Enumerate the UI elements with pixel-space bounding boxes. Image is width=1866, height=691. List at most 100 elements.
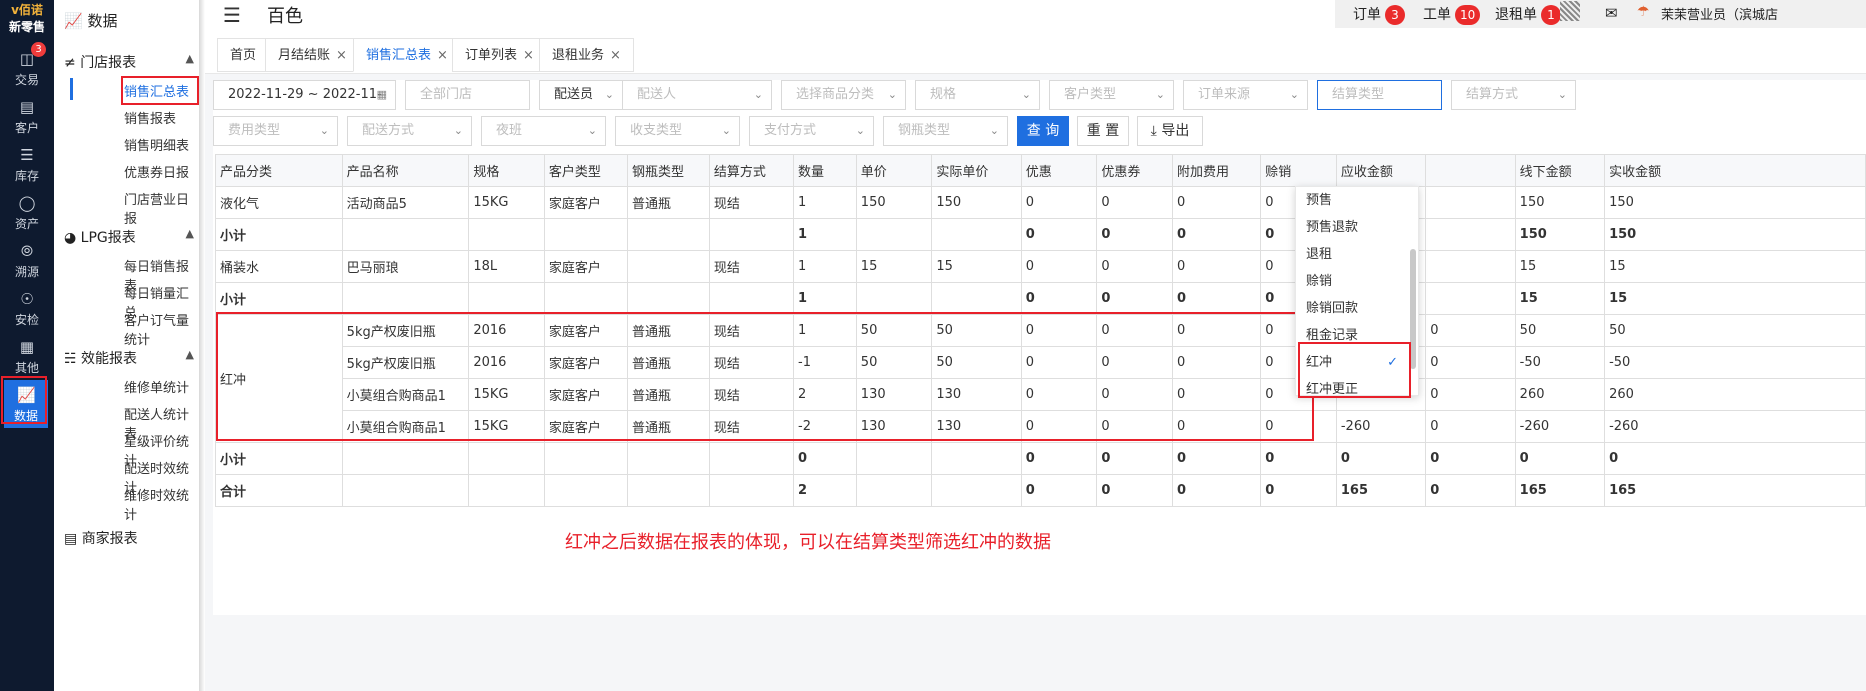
option-return-rent[interactable]: 退租 bbox=[1296, 241, 1406, 268]
user-name[interactable]: 茉茉营业员（滨城店 bbox=[1661, 4, 1778, 23]
table-cell: 0 bbox=[1604, 442, 1866, 475]
link-customer-gas[interactable]: 客户订气量统计 bbox=[124, 310, 199, 348]
table-cell: 0 bbox=[1096, 442, 1173, 475]
table-cell: 巴马丽琅 bbox=[341, 250, 470, 283]
table-cell: -260 bbox=[1514, 410, 1606, 443]
link-sales-summary[interactable]: 销售汇总表 bbox=[124, 81, 189, 100]
nav-item-other[interactable]: ▦ 其他 bbox=[0, 332, 54, 380]
pay-method-select[interactable]: 支付方式 ⌄ bbox=[749, 116, 874, 146]
menu-toggle-icon[interactable]: ☰ bbox=[223, 3, 241, 27]
table-cell: 50 bbox=[1604, 314, 1866, 347]
chevron-up-icon: ▲ bbox=[185, 227, 194, 240]
table-cell bbox=[543, 474, 628, 507]
work-badge: 10 bbox=[1455, 5, 1481, 25]
table-cell: 150 bbox=[855, 186, 933, 219]
close-icon[interactable]: × bbox=[437, 48, 448, 63]
table-cell: 2 bbox=[793, 378, 857, 411]
deliverer-type-select[interactable]: 配送员 ⌄ bbox=[539, 80, 623, 110]
query-button[interactable]: 查 询 bbox=[1017, 116, 1069, 146]
export-button[interactable]: ⤓ 导出 bbox=[1137, 116, 1203, 146]
option-rent-record[interactable]: 租金记录 bbox=[1296, 322, 1406, 349]
table-cell: 0 bbox=[1425, 378, 1516, 411]
nav-item-trace[interactable]: ⦾ 溯源 bbox=[0, 236, 54, 284]
spec-select[interactable]: 规格 ⌄ bbox=[915, 80, 1040, 110]
shift-select[interactable]: 夜班 ⌄ bbox=[481, 116, 606, 146]
table-cell: 小莫组合购商品1 bbox=[341, 410, 470, 443]
id-card-icon: ▤ bbox=[19, 98, 35, 116]
option-credit[interactable]: 赊销 bbox=[1296, 268, 1406, 295]
table-cell bbox=[1425, 250, 1516, 283]
return-link[interactable]: 退租单 1 bbox=[1495, 4, 1561, 25]
category-placeholder: 选择商品分类 bbox=[796, 87, 875, 102]
table-cell: 15 bbox=[1604, 282, 1866, 315]
option-credit-payment[interactable]: 赊销回款 bbox=[1296, 295, 1406, 322]
table-cell: 260 bbox=[1514, 378, 1606, 411]
tab-monthly[interactable]: 月结结账 × bbox=[265, 38, 360, 72]
bell-icon[interactable]: ✉ bbox=[1605, 4, 1618, 22]
fee-type-select[interactable]: 费用类型 ⌄ bbox=[213, 116, 338, 146]
link-store-daily[interactable]: 门店营业日报 bbox=[124, 189, 199, 227]
nav-item-assets[interactable]: ◯ 资产 bbox=[0, 188, 54, 236]
table-cell bbox=[931, 282, 1022, 315]
option-red-reversal[interactable]: 红冲 ✓ bbox=[1296, 349, 1406, 376]
option-red-reversal-correction[interactable]: 红冲更正 bbox=[1296, 376, 1406, 403]
link-sales-detail[interactable]: 销售明细表 bbox=[124, 135, 189, 154]
table-cell: 0 bbox=[1425, 474, 1516, 507]
group-store-reports[interactable]: ≠ 门店报表 ▲ bbox=[64, 52, 194, 72]
table-cell: 0 bbox=[1096, 250, 1173, 283]
table-cell: 桶装水 bbox=[215, 250, 343, 283]
settle-type-select[interactable]: 结算类型 bbox=[1317, 80, 1442, 110]
settle-method-select[interactable]: 结算方式 ⌄ bbox=[1451, 80, 1576, 110]
table-row: 小莫组合购商品1 15KG 家庭客户 普通瓶 现结 -2 130 130 0 0 0 0 -260 0 -2… bbox=[216, 410, 1866, 443]
option-presale-refund[interactable]: 预售退款 bbox=[1296, 214, 1406, 241]
table-cell: 0 bbox=[1514, 442, 1606, 475]
close-icon[interactable]: × bbox=[523, 48, 534, 63]
category-select[interactable]: 选择商品分类 ⌄ bbox=[781, 80, 906, 110]
nav-item-data[interactable]: 📈 数据 bbox=[4, 380, 48, 428]
link-sales-report[interactable]: 销售报表 bbox=[124, 108, 176, 127]
tab-sales-summary[interactable]: 销售汇总表 × bbox=[353, 38, 461, 72]
close-icon[interactable]: × bbox=[610, 48, 621, 63]
customer-type-select[interactable]: 客户类型 ⌄ bbox=[1049, 80, 1174, 110]
delivery-method-select[interactable]: 配送方式 ⌄ bbox=[347, 116, 472, 146]
nav-item-inventory[interactable]: ☰ 库存 bbox=[0, 140, 54, 188]
store-select[interactable]: 全部门店 bbox=[405, 80, 530, 110]
close-icon[interactable]: × bbox=[336, 48, 347, 63]
link-repair-stats[interactable]: 维修单统计 bbox=[124, 377, 189, 396]
reset-button[interactable]: 重 置 bbox=[1077, 116, 1129, 146]
group-merchant-reports[interactable]: ▤ 商家报表 bbox=[64, 528, 194, 548]
group-efficiency-reports[interactable]: ☵ 效能报表 ▲ bbox=[64, 348, 194, 368]
tab-order-list[interactable]: 订单列表 × bbox=[452, 38, 547, 72]
group-lpg-reports[interactable]: ◕ LPG报表 ▲ bbox=[64, 227, 194, 247]
table-cell: 0 bbox=[1020, 314, 1098, 347]
work-order-link[interactable]: 工单 10 bbox=[1423, 4, 1481, 25]
table-cell: 1 bbox=[793, 314, 857, 347]
nav-item-trade[interactable]: ◫ 3 交易 bbox=[0, 42, 54, 92]
table-row: 合计 2 0 0 0 0 165 0 165 165 bbox=[215, 474, 1866, 507]
table-cell bbox=[855, 442, 933, 475]
date-range-picker[interactable]: 2022-11-29 ~ 2022-11-29▦ bbox=[213, 80, 396, 130]
nav-item-safety[interactable]: ☉ 安检 bbox=[0, 284, 54, 332]
table-row: 小计 0 0 0 0 0 0 0 0 0 bbox=[215, 442, 1866, 475]
option-presale[interactable]: 预售 bbox=[1296, 187, 1406, 214]
tab-return[interactable]: 退租业务 × bbox=[539, 38, 634, 72]
tab-home[interactable]: 首页 bbox=[217, 38, 270, 72]
order-link[interactable]: 订单 3 bbox=[1353, 4, 1405, 25]
deliverer-select[interactable]: 配送人 ⌄ bbox=[622, 80, 772, 110]
table-cell: 现结 bbox=[708, 346, 795, 379]
table-row: 小莫组合购商品115KG家庭客户普通瓶现结2130130000026002602… bbox=[216, 378, 1866, 411]
nav-item-customer[interactable]: ▤ 客户 bbox=[0, 92, 54, 140]
pay-method-placeholder: 支付方式 bbox=[764, 123, 817, 138]
link-coupon-daily[interactable]: 优惠券日报 bbox=[124, 162, 189, 181]
qrcode-icon[interactable] bbox=[1560, 1, 1580, 21]
table-cell: 0 bbox=[1096, 314, 1173, 347]
income-type-select[interactable]: 收支类型 ⌄ bbox=[615, 116, 740, 146]
column-header: 钢瓶类型 bbox=[626, 154, 710, 187]
column-header: 单价 bbox=[855, 154, 933, 187]
table-cell: 普通瓶 bbox=[626, 346, 710, 379]
link-repair-timing[interactable]: 维修时效统计 bbox=[124, 485, 199, 523]
bottle-type-select[interactable]: 钢瓶类型 ⌄ bbox=[883, 116, 1008, 146]
order-source-select[interactable]: 订单来源 ⌄ bbox=[1183, 80, 1308, 110]
dropdown-scrollbar[interactable] bbox=[1410, 249, 1416, 369]
avatar[interactable]: ☂ bbox=[1637, 4, 1650, 20]
